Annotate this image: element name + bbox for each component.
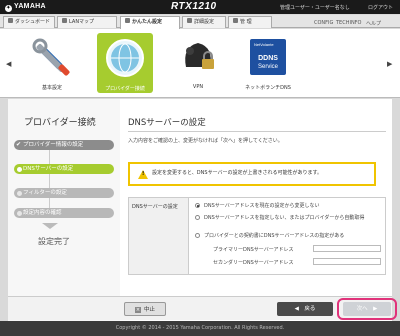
wizard-item-vpn[interactable]: VPN <box>168 33 228 90</box>
techinfo-link[interactable]: TECHINFO <box>336 20 362 26</box>
main-panel: プロバイダー接続 ✔ プロバイダー情報の設定 DNSサーバーの設定 フィルターの設… <box>8 99 392 321</box>
tools-icon <box>32 38 70 76</box>
person-icon <box>125 18 130 23</box>
yamaha-logo: ✦ YAMAHA <box>5 3 46 12</box>
wizard-label-basic: 基本設定 <box>41 85 62 91</box>
logout-link[interactable]: ログアウト <box>368 4 393 11</box>
logo-text: YAMAHA <box>14 3 46 10</box>
button-bar: × 中止 ◀ 戻る 次へ ▶ <box>8 296 397 320</box>
step-dns: DNSサーバーの設定 <box>14 164 114 174</box>
dns-settings-label: DNSサーバーの設定 <box>129 198 189 274</box>
top-bar: ✦ YAMAHA RTX1210 管理ユーザー・ユーザー名なし ログアウト <box>0 0 400 14</box>
tab-label: LANマップ <box>69 19 95 25</box>
tab-advanced[interactable]: 詳細設定 <box>182 16 226 28</box>
copyright: Copyright © 2014 - 2015 Yamaha Corporati… <box>0 321 400 336</box>
tab-label: ダッシュボード <box>15 19 51 25</box>
wizard-label-provider: プロバイダー接続 <box>105 86 145 92</box>
dns-option-keep[interactable]: DNSサーバーアドレスを現在の設定から変更しない <box>195 203 381 209</box>
warning-icon <box>138 170 148 179</box>
config-link[interactable]: CONFIG <box>314 20 333 26</box>
step-connector <box>49 150 50 164</box>
ddns-service-icon: NetVolante DDNS Service <box>250 39 286 75</box>
step-label: DNSサーバーの設定 <box>23 166 74 172</box>
warning-box: 設定を変更すると、DNSサーバーの設定が上書きされる可能性があります。 <box>128 162 376 186</box>
wizard-item-provider[interactable]: プロバイダー接続 <box>95 33 155 93</box>
option-label: DNSサーバーアドレスを指定しない、またはプロバイダーから自動取得 <box>204 215 365 221</box>
scroll-left-arrow-icon[interactable]: ◀ <box>6 60 11 68</box>
sidebar-title: プロバイダー接続 <box>24 118 96 128</box>
lan-map-icon <box>62 18 67 23</box>
next-button-highlight: 次へ ▶ <box>337 298 397 320</box>
check-icon: ✔ <box>16 141 22 148</box>
instruction-text: 入力内容をご確認の上、変更がなければ「次へ」を押してください。 <box>128 138 283 144</box>
wizard-icon-row: ◀ 基本設定 プロバイダー接続 VPN NetVolante DDNS Serv… <box>0 29 400 98</box>
ddns-service-text: Service <box>258 64 279 70</box>
nav-bar: ダッシュボード LANマップ かんたん設定 詳細設定 管 理 CONFIG TE… <box>0 15 400 29</box>
ddns-logo-text: NetVolante <box>254 42 274 47</box>
cancel-button[interactable]: × 中止 <box>124 302 166 316</box>
tab-label: かんたん設定 <box>132 19 163 25</box>
content-title: DNSサーバーの設定 <box>128 116 386 132</box>
step-confirm: 設定内容の確認 <box>14 208 114 218</box>
wizard-item-ddns[interactable]: NetVolante DDNS Service ネットボランチDNS <box>238 33 298 91</box>
step-filter: フィルターの設定 <box>14 188 114 198</box>
wizard-item-basic[interactable]: 基本設定 <box>22 33 82 91</box>
secondary-dns-input[interactable] <box>313 258 381 265</box>
tab-label: 管 理 <box>240 19 252 25</box>
setup-complete-label: 設定完了 <box>38 237 70 246</box>
user-info: 管理ユーザー・ユーザー名なし <box>280 5 350 11</box>
primary-dns-label: プライマリーDNSサーバーアドレス <box>213 247 294 253</box>
dns-option-auto[interactable]: DNSサーバーアドレスを指定しない、またはプロバイダーから自動取得 <box>195 215 381 221</box>
option-label: DNSサーバーアドレスを現在の設定から変更しない <box>204 203 320 209</box>
tab-dashboard[interactable]: ダッシュボード <box>3 16 55 28</box>
radio[interactable] <box>195 233 200 238</box>
close-icon: × <box>134 307 141 313</box>
current-step-dot-icon <box>17 166 22 172</box>
dashboard-icon <box>8 18 13 23</box>
tab-label: 詳細設定 <box>194 19 215 25</box>
tab-management[interactable]: 管 理 <box>228 16 272 28</box>
wizard-label-vpn: VPN <box>192 84 204 90</box>
back-button[interactable]: ◀ 戻る <box>277 302 333 316</box>
radio-selected[interactable] <box>195 203 200 208</box>
step-connector <box>49 198 50 208</box>
router-model: RTX1210 <box>171 1 217 12</box>
warning-text: 設定を変更すると、DNSサーバーの設定が上書きされる可能性があります。 <box>152 170 323 176</box>
step-dot-icon <box>17 210 22 216</box>
globe-icon <box>106 39 144 77</box>
content-area: DNSサーバーの設定 入力内容をご確認の上、変更がなければ「次へ」を押してくださ… <box>128 116 386 275</box>
wrench-icon <box>233 18 238 23</box>
dns-settings-box: DNSサーバーの設定 DNSサーバーアドレスを現在の設定から変更しない DNSサ… <box>128 197 386 275</box>
step-label: 設定内容の確認 <box>23 210 62 216</box>
yamaha-logo-icon: ✦ <box>5 5 12 12</box>
tab-lan-map[interactable]: LANマップ <box>57 16 117 28</box>
tab-easy-setup[interactable]: かんたん設定 <box>120 16 180 29</box>
scroll-right-arrow-icon[interactable]: ▶ <box>387 60 392 68</box>
radio[interactable] <box>195 215 200 220</box>
secondary-dns-label: セカンダリーDNSサーバーアドレス <box>213 260 294 266</box>
step-connector <box>49 174 50 188</box>
primary-dns-input[interactable] <box>313 245 381 252</box>
gear-icon <box>187 18 192 23</box>
wizard-label-ddns: ネットボランチDNS <box>245 85 291 91</box>
step-dot-icon <box>17 190 22 196</box>
step-label: フィルターの設定 <box>23 190 67 196</box>
option-label: プロバイダーとの契約書にDNSサーバーアドレスの指定がある <box>204 233 345 239</box>
cancel-label: 中止 <box>143 307 155 313</box>
vpn-lock-icon <box>185 43 214 69</box>
step-label: プロバイダー情報の設定 <box>23 142 84 148</box>
help-link[interactable]: ヘルプ <box>366 20 381 27</box>
dns-option-specify[interactable]: プロバイダーとの契約書にDNSサーバーアドレスの指定がある <box>195 233 381 239</box>
next-button[interactable]: 次へ ▶ <box>343 302 391 316</box>
down-arrow-icon <box>42 223 58 229</box>
step-provider-info: ✔ プロバイダー情報の設定 <box>14 140 114 150</box>
step-sidebar: プロバイダー接続 ✔ プロバイダー情報の設定 DNSサーバーの設定 フィルターの設… <box>8 99 120 321</box>
ddns-title-text: DDNS <box>258 55 278 62</box>
